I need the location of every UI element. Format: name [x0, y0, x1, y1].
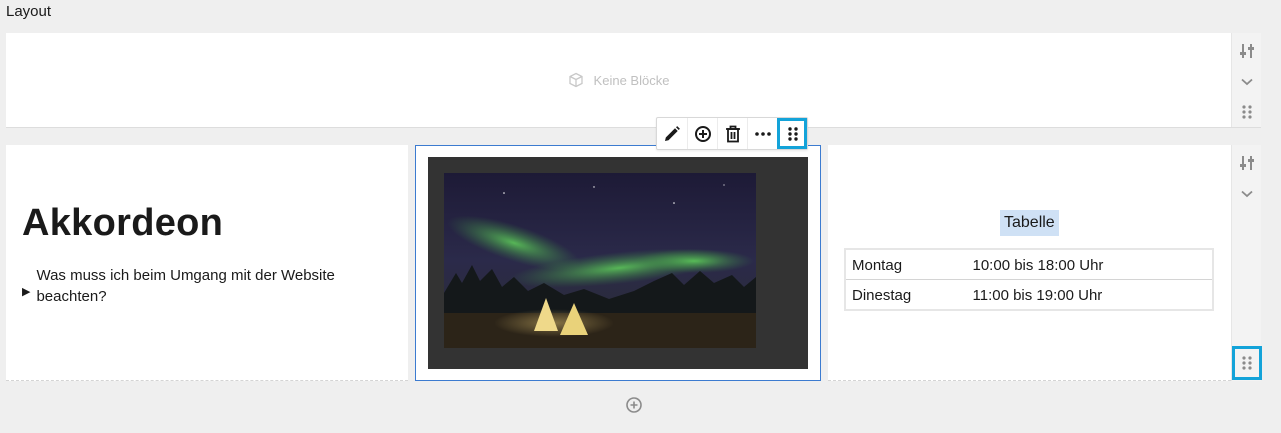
column-gap: [821, 145, 828, 381]
section-rail: [1231, 145, 1262, 381]
block-toolbar: [656, 117, 808, 150]
table-cell-hours: 10:00 bis 18:00 Uhr: [966, 250, 1212, 280]
add-section-icon[interactable]: [625, 396, 643, 414]
table-row: Montag 10:00 bis 18:00 Uhr: [846, 250, 1212, 280]
hours-table[interactable]: Montag 10:00 bis 18:00 Uhr Dinestag 11:0…: [844, 248, 1214, 311]
accordion-item-label: Was muss ich beim Umgang mit der Website…: [36, 267, 335, 305]
empty-state: Keine Blöcke: [6, 33, 1231, 127]
edit-icon[interactable]: [657, 118, 687, 149]
table-row: Dinestag 11:00 bis 19:00 Uhr: [846, 279, 1212, 309]
chevron-down-icon[interactable]: [1239, 74, 1255, 90]
aurora-image: [444, 173, 756, 348]
column-image-selected[interactable]: [415, 145, 821, 381]
section-rail: [1231, 33, 1261, 127]
column-accordion[interactable]: Akkordeon ▶ Was muss ich beim Umgang mit…: [6, 145, 408, 381]
chevron-down-icon[interactable]: [1239, 186, 1255, 202]
settings-sliders-icon[interactable]: [1239, 155, 1255, 171]
more-icon[interactable]: [747, 118, 777, 149]
page-title: Layout: [6, 3, 52, 20]
drag-handle-icon[interactable]: [777, 118, 807, 149]
table-cell-day: Montag: [846, 250, 967, 280]
cube-icon: [568, 72, 583, 88]
image-block[interactable]: [428, 157, 808, 369]
empty-state-label: Keine Blöcke: [593, 72, 670, 88]
column-table[interactable]: Tabelle Montag 10:00 bis 18:00 Uhr Dines…: [828, 145, 1231, 381]
drag-handle-icon[interactable]: [1239, 104, 1255, 120]
add-icon[interactable]: [687, 118, 717, 149]
layout-section-empty[interactable]: Keine Blöcke: [6, 33, 1261, 128]
settings-sliders-icon[interactable]: [1239, 43, 1255, 59]
delete-icon[interactable]: [717, 118, 747, 149]
column-gap: [408, 145, 415, 381]
accordion-heading: Akkordeon: [22, 202, 224, 244]
accordion-item[interactable]: ▶ Was muss ich beim Umgang mit der Websi…: [22, 265, 392, 307]
triangle-right-icon[interactable]: ▶: [22, 282, 30, 303]
table-caption: Tabelle: [1000, 210, 1059, 236]
layout-section-columns[interactable]: Akkordeon ▶ Was muss ich beim Umgang mit…: [6, 145, 1262, 381]
table-cell-day: Dinestag: [846, 279, 967, 309]
table-cell-hours: 11:00 bis 19:00 Uhr: [972, 287, 1103, 304]
drag-handle-icon[interactable]: [1232, 346, 1262, 380]
